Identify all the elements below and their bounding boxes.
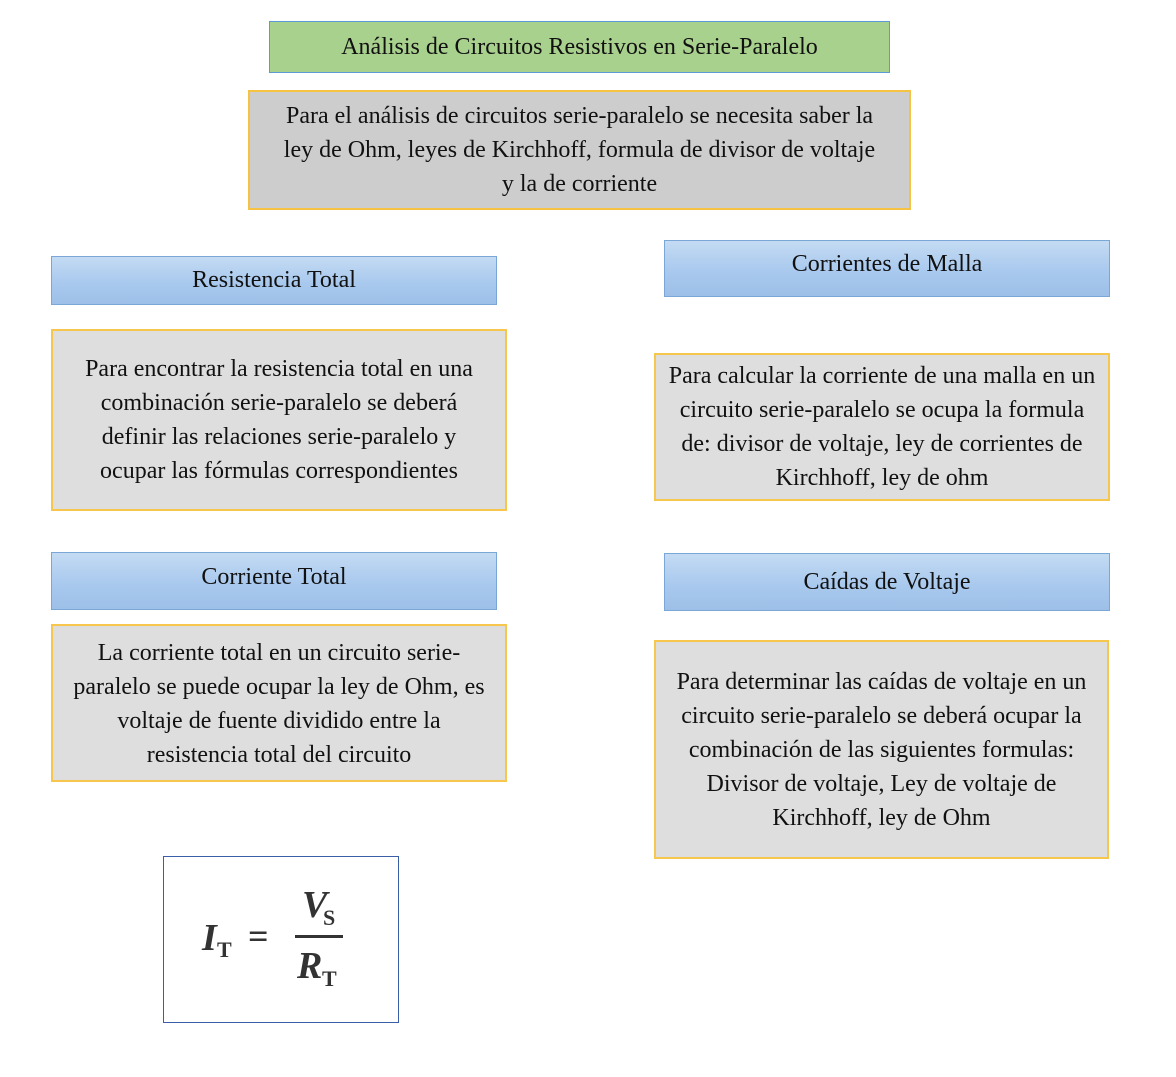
intro-text-box: Para el análisis de circuitos serie-para… — [248, 90, 911, 210]
corriente-total-body: La corriente total en un circuito serie-… — [51, 624, 507, 782]
formula-lhs: I — [201, 917, 218, 959]
caidas-voltaje-body: Para determinar las caídas de voltaje en… — [654, 640, 1109, 859]
fraction-bar — [295, 935, 343, 938]
formula-denominator: R — [296, 945, 322, 987]
formula-box: I T = V S R T — [163, 856, 399, 1023]
corrientes-malla-header: Corrientes de Malla — [664, 240, 1110, 297]
formula-denominator-subscript: T — [322, 966, 337, 991]
formula-equation: I T = V S R T — [201, 884, 343, 991]
formula-equals-sign: = — [248, 916, 269, 956]
formula-lhs-subscript: T — [217, 937, 232, 962]
corriente-total-header: Corriente Total — [51, 552, 497, 610]
resistencia-total-body: Para encontrar la resistencia total en u… — [51, 329, 507, 511]
corrientes-malla-body: Para calcular la corriente de una malla … — [654, 353, 1110, 501]
diagram-title: Análisis de Circuitos Resistivos en Seri… — [269, 21, 890, 73]
caidas-voltaje-header: Caídas de Voltaje — [664, 553, 1110, 611]
formula-numerator-subscript: S — [323, 905, 335, 930]
resistencia-total-header: Resistencia Total — [51, 256, 497, 305]
